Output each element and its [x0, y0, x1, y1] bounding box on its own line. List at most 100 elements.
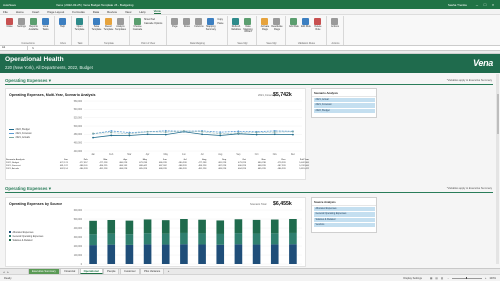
activate-flags-icon	[261, 18, 269, 25]
ribbon-button-label: Analyze Templates	[115, 25, 126, 31]
y-tick-label: 560,000	[74, 101, 83, 103]
scrollbar-thumb[interactable]	[496, 94, 499, 134]
zoom-knob[interactable]	[465, 276, 468, 280]
view-break-icon[interactable]: ▥	[441, 277, 443, 280]
data-point	[237, 132, 240, 134]
minimize-icon[interactable]: –	[473, 2, 481, 7]
name-box[interactable]: A1	[0, 46, 28, 50]
table-cell: 481,228	[198, 168, 207, 171]
settings-button[interactable]: Settings	[16, 16, 27, 29]
menu-vena[interactable]: Vena	[153, 9, 161, 14]
data-point	[110, 130, 113, 132]
add-rule-button[interactable]: Add Rule	[288, 16, 299, 29]
paste-button[interactable]: Paste	[217, 22, 223, 26]
data-point	[219, 131, 222, 134]
ribbon-button-label: Delete Rule	[314, 25, 322, 31]
menu-help[interactable]: Help	[139, 10, 145, 14]
help-button[interactable]: Help	[57, 16, 68, 29]
zoom-in-icon[interactable]: +	[485, 277, 487, 280]
revert-template-icon	[105, 18, 112, 25]
mapping-summary-button[interactable]: Mapping Summary	[205, 16, 216, 31]
data-mapping-wizard-button[interactable]: Data Mapping Wizard	[242, 16, 253, 34]
activate-flags-button[interactable]: Activate Flags	[259, 16, 270, 31]
vena-logo: Vena	[473, 58, 493, 68]
ribbon-button-label: Help	[60, 25, 65, 28]
y-tick-label: 540,000	[74, 109, 83, 111]
y-tick-label: 480,000	[74, 134, 83, 136]
slicer-item[interactable]: Allocated Expenses	[313, 207, 375, 212]
data-point	[292, 130, 294, 133]
scenario-slicer: Scenario Analysis 2021, Actual 2021, Fore…	[311, 88, 377, 118]
ribbon-button-label: Add Rule	[289, 25, 299, 28]
open-template-button[interactable]: Open Template	[74, 16, 85, 31]
rows-button[interactable]: Rows	[181, 16, 192, 29]
deactivate-flags-button[interactable]: Deactivate Flags	[271, 16, 283, 31]
ribbon-button-label: Rows	[183, 25, 190, 28]
analyze-templates-button[interactable]: Analyze Templates	[115, 16, 126, 31]
menu-file[interactable]: File	[3, 10, 8, 14]
bar-segment	[161, 220, 170, 234]
ribbon-button-label: Activate Flags	[260, 25, 270, 31]
slicer-item[interactable]: Vendors	[313, 222, 375, 228]
data-point	[92, 136, 94, 139]
save-template-button[interactable]: Save Template	[91, 16, 102, 31]
page-icon	[171, 18, 179, 25]
x-tick-label: Mar	[127, 153, 131, 156]
slicer-item[interactable]: 2022, Budget	[313, 108, 375, 113]
bar-segment	[143, 244, 152, 264]
menu-formulas[interactable]: Formulas	[72, 10, 85, 14]
close-button[interactable]: Close	[4, 16, 15, 29]
ribbon-button-label: Save Template	[91, 25, 102, 31]
slicer-item[interactable]: 2021, Actual	[313, 98, 375, 103]
slicer-item[interactable]: General Operating Expenses	[313, 212, 375, 217]
bar-segment	[270, 219, 279, 234]
vertical-scrollbar[interactable]	[496, 74, 499, 264]
user-name[interactable]: Sasha Trenkie	[448, 3, 467, 7]
revert-template-button[interactable]: Revert Template	[103, 16, 114, 31]
vena-tasks-icon	[42, 18, 49, 25]
view-normal-icon[interactable]: ▦	[430, 277, 432, 280]
view-layout-icon[interactable]: ▤	[435, 277, 437, 280]
zoom-level[interactable]: 100%	[489, 277, 496, 280]
table-cell: 485,228	[139, 168, 147, 171]
fx-icon[interactable]: fx	[28, 47, 38, 50]
slicer-item[interactable]: Salaries & Related	[313, 217, 375, 222]
reports-available-button[interactable]: Reports Available	[28, 16, 39, 31]
x-tick-label: Dec	[291, 154, 296, 156]
choose-cascade-button[interactable]: Choose Cascade	[132, 16, 143, 31]
vena-tasks-button[interactable]: Vena Tasks	[40, 16, 51, 31]
columns-button[interactable]: Columns	[193, 16, 204, 29]
menu-view[interactable]: View	[125, 10, 131, 14]
delete-rule-button[interactable]: Delete Rule	[312, 16, 323, 31]
ribbon-group-name: Point of View	[141, 41, 156, 45]
refresh-variables-button[interactable]: Refresh Variables	[230, 16, 241, 31]
zoom-out-icon[interactable]: −	[447, 277, 449, 280]
bar-segment	[234, 233, 243, 245]
bar-segment	[161, 233, 170, 245]
bar-segment	[270, 233, 279, 245]
close-icon[interactable]: ×	[489, 2, 497, 7]
ribbon-button-label: Reports Available	[28, 25, 39, 31]
edit-rule-button[interactable]: Edit Rule	[300, 16, 311, 29]
display-settings[interactable]: Display Settings	[403, 277, 422, 280]
page-button[interactable]: Page	[169, 16, 180, 29]
zoom-slider[interactable]	[451, 276, 482, 280]
data-point	[183, 130, 185, 132]
ribbon-group-name: Connections	[21, 41, 35, 45]
x-tick-label: Sep	[236, 154, 241, 156]
maximize-icon[interactable]: □	[481, 2, 489, 7]
menu-home[interactable]: Home	[16, 10, 24, 14]
cascade-options-button[interactable]: Cascade Options	[144, 22, 162, 26]
ribbon-button-label: Vena Tasks	[42, 25, 49, 31]
status-bar: Ready Display Settings ▦ ▤ ▥ − + 100%	[0, 274, 500, 281]
autosave-label[interactable]: AutoSave	[3, 3, 16, 7]
menu-review[interactable]: Review	[107, 10, 117, 14]
page-title: Operational Health	[5, 56, 64, 63]
menu-insert[interactable]: Insert	[32, 10, 40, 14]
actions-button[interactable]: Actions	[329, 16, 340, 29]
menu-page-layout[interactable]: Page Layout	[47, 10, 64, 14]
slicer-item[interactable]: 2021, Forecast	[313, 103, 375, 108]
ribbon-group-name: Template	[104, 41, 114, 45]
menu-data[interactable]: Data	[93, 10, 99, 14]
x-tick-label: Aug	[218, 153, 223, 156]
